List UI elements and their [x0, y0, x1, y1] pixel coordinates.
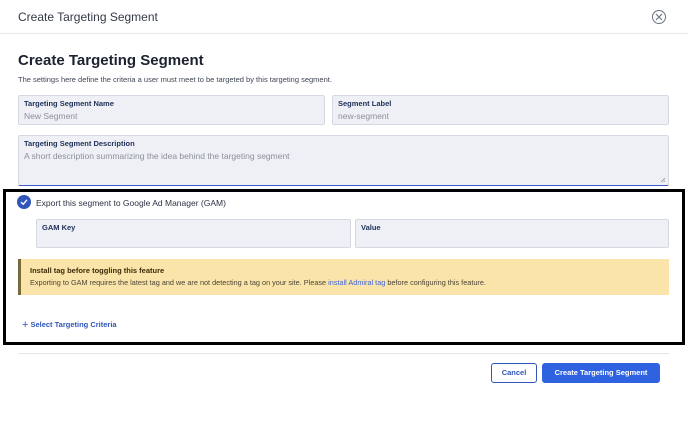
alert-text-before: Exporting to GAM requires the latest tag… [30, 278, 329, 287]
page-title: Create Targeting Segment [18, 52, 204, 69]
warning-alert: Install tag before toggling this feature… [18, 259, 669, 295]
plus-icon: + [22, 319, 29, 331]
alert-body: Exporting to GAM requires the latest tag… [30, 278, 486, 287]
segment-label-input[interactable]: new-segment [338, 111, 389, 121]
gam-value-label: Value [361, 223, 381, 232]
gam-export-label[interactable]: Export this segment to Google Ad Manager… [36, 198, 226, 208]
select-criteria-button[interactable]: + Select Targeting Criteria [22, 319, 117, 331]
alert-title: Install tag before toggling this feature [30, 266, 165, 275]
close-icon[interactable] [652, 10, 666, 24]
segment-description-field[interactable]: Targeting Segment Description A short de… [18, 135, 669, 186]
create-segment-button[interactable]: Create Targeting Segment [542, 363, 660, 383]
segment-name-label: Targeting Segment Name [24, 99, 114, 108]
select-criteria-label: Select Targeting Criteria [30, 320, 117, 329]
gam-value-field[interactable]: Value [355, 219, 669, 248]
segment-description-label: Targeting Segment Description [24, 139, 135, 148]
segment-name-input[interactable]: New Segment [24, 111, 77, 121]
resize-grip-icon[interactable] [660, 177, 666, 183]
segment-description-input[interactable]: A short description summarizing the idea… [24, 151, 290, 161]
cancel-button[interactable]: Cancel [491, 363, 537, 383]
check-circle-icon[interactable] [17, 195, 31, 209]
footer-divider [18, 353, 669, 354]
gam-key-field[interactable]: GAM Key [36, 219, 351, 248]
gam-key-label: GAM Key [42, 223, 76, 232]
alert-text-after: before configuring this feature. [385, 278, 486, 287]
modal-header: Create Targeting Segment [0, 0, 688, 34]
segment-label-label: Segment Label [338, 99, 392, 108]
install-tag-link[interactable]: install Admiral tag [328, 278, 385, 287]
segment-name-field[interactable]: Targeting Segment Name New Segment [18, 95, 325, 125]
page-description: The settings here define the criteria a … [18, 75, 332, 84]
segment-label-field[interactable]: Segment Label new-segment [332, 95, 669, 125]
modal-title: Create Targeting Segment [18, 10, 158, 24]
